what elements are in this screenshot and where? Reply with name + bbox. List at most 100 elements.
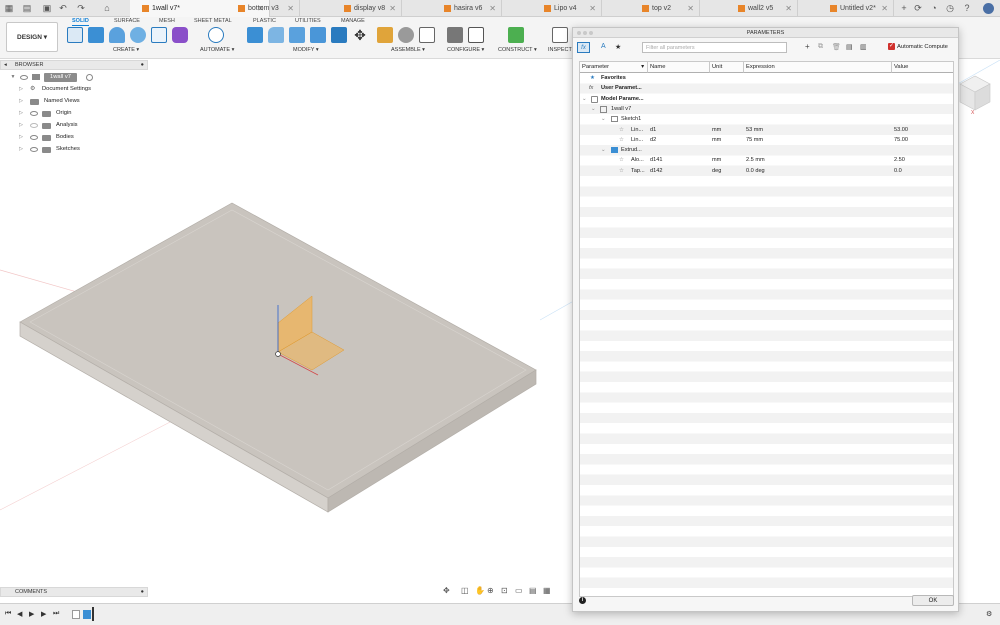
configure-menu[interactable]: CONFIGURE ▾ [447,47,484,53]
help-icon[interactable]: ? [962,3,972,13]
function-icon[interactable]: fx [577,42,590,53]
close-icon[interactable]: ✕ [687,0,694,17]
step-back-icon[interactable]: ◀ [17,610,22,618]
expand-icon[interactable]: ▼ [10,72,16,83]
doc-tab[interactable]: bottom v3 ✕ [226,0,300,17]
ok-button[interactable]: OK [912,595,954,606]
configure-icon[interactable] [447,27,463,43]
visibility-icon[interactable] [20,75,28,80]
comments-panel-header[interactable]: COMMENTS ● [0,587,148,597]
chevron-down-icon[interactable]: ⌄ [582,94,587,104]
display-settings-icon[interactable]: ▭ [515,586,523,595]
sort-icon[interactable]: ▾ [641,62,644,73]
workspace-switcher[interactable]: DESIGN ▾ [6,22,58,52]
activate-icon[interactable] [86,74,93,81]
chevron-down-icon[interactable]: ⌄ [601,114,606,124]
name-cell[interactable]: d142 [650,166,662,176]
step-forward-icon[interactable]: ▶ [41,610,46,618]
add-icon[interactable]: + [805,42,810,51]
pin-icon[interactable]: ● [141,588,144,597]
tab-utilities[interactable]: UTILITIES [295,17,321,25]
import-icon[interactable]: ▤ [846,43,853,51]
shell-icon[interactable] [310,27,326,43]
new-component-icon[interactable] [377,27,393,43]
tab-sheet-metal[interactable]: SHEET METAL [194,17,232,25]
timeline-extrude-icon[interactable] [83,610,91,619]
text-parameter-icon[interactable]: A [601,43,606,50]
play-icon[interactable]: ▶ [29,610,34,618]
undo-icon[interactable]: ↶ [58,3,68,13]
info-icon[interactable]: i [579,597,586,604]
checkbox-checked-icon[interactable]: ✓ [888,43,895,50]
create-sketch-icon[interactable] [67,27,83,43]
column-header-name[interactable]: Name [648,62,710,73]
close-icon[interactable]: ✕ [785,0,792,17]
name-cell[interactable]: d141 [650,155,662,165]
chevron-down-icon[interactable]: ⌄ [601,145,606,155]
joint-icon[interactable] [398,27,414,43]
chamfer-icon[interactable] [289,27,305,43]
doc-tab[interactable]: hasira v6 ✕ [432,0,502,17]
expression-cell[interactable]: 0.0 deg [746,166,765,176]
tab-plastic[interactable]: PLASTIC [253,17,276,25]
expand-icon[interactable]: ▷ [18,84,24,95]
filter-input[interactable]: Filter all parameters [642,42,787,53]
pan-icon[interactable]: ✋ [475,586,485,595]
as-built-joint-icon[interactable] [419,27,435,43]
collapse-icon[interactable]: ◂ [4,61,7,70]
expand-icon[interactable]: ▷ [18,120,24,131]
browser-item[interactable]: ▷ Sketches [18,144,148,155]
combine-icon[interactable] [331,27,347,43]
expand-icon[interactable]: ▷ [18,144,24,155]
column-header-unit[interactable]: Unit [710,62,744,73]
go-to-start-icon[interactable]: ⏮ [5,610,11,618]
expression-cell[interactable]: 53 mm [746,125,763,135]
table-row[interactable]: ☆ Lin... d1 mm 53 mm 53.00 [580,125,953,135]
star-icon[interactable]: ★ [615,43,621,51]
close-window-icon[interactable] [577,31,581,35]
tree-row-model-parameters[interactable]: ⌄ Model Parame... [580,94,953,104]
visibility-icon[interactable] [30,135,38,140]
column-header-value[interactable]: Value [892,62,953,73]
timeline-marker[interactable] [92,607,94,621]
inspect-menu[interactable]: INSPECT [548,47,572,53]
browser-root[interactable]: ▼ 1wall v7 [8,72,148,83]
browser-item[interactable]: ▷ Bodies [18,132,148,143]
close-icon[interactable]: ✕ [389,0,396,17]
file-icon[interactable]: ▤ [22,3,32,13]
expression-cell[interactable]: 75 mm [746,135,763,145]
tab-manage[interactable]: MANAGE [341,17,365,25]
expand-icon[interactable]: ▷ [18,96,24,107]
hole-icon[interactable] [130,27,146,43]
browser-item[interactable]: ▷ Analysis [18,120,148,131]
tree-row-component[interactable]: ⌄ 1wall v7 [580,104,953,114]
tree-row-extrude[interactable]: ⌄ Extrud... [580,145,953,155]
favorite-star-icon[interactable]: ☆ [619,155,624,165]
doc-tab[interactable]: top v2 ✕ [630,0,700,17]
name-cell[interactable]: d2 [650,135,656,145]
app-grid-icon[interactable]: ▦ [4,3,14,13]
column-header-expression[interactable]: Expression [744,62,892,73]
redo-icon[interactable]: ↷ [76,3,86,13]
browser-item[interactable]: ▷ ⚙ Document Settings [18,84,148,95]
sync-icon[interactable]: ⟳ [913,3,923,13]
move-icon[interactable]: ✥ [352,27,368,43]
tree-row-user-parameters[interactable]: fx User Paramet... [580,83,953,93]
favorite-star-icon[interactable]: ☆ [619,135,624,145]
new-tab-icon[interactable]: + [899,3,909,13]
zoom-icon[interactable]: ⊕ [487,586,494,595]
form-icon[interactable] [172,27,188,43]
close-icon[interactable]: ✕ [881,0,888,17]
timeline-sketch-icon[interactable] [72,610,80,619]
home-icon[interactable]: ⌂ [102,3,112,13]
look-at-icon[interactable]: ◫ [461,586,469,595]
extrude-icon[interactable] [88,27,104,43]
tab-surface[interactable]: SURFACE [114,17,140,25]
delete-icon[interactable]: 🗑 [832,43,841,51]
go-to-end-icon[interactable]: ⏭ [53,610,59,618]
fit-icon[interactable]: ⊡ [501,586,508,595]
browser-panel-header[interactable]: ◂ BROWSER ● [0,60,148,70]
avatar[interactable] [983,3,994,14]
favorite-star-icon[interactable]: ☆ [619,125,624,135]
automate-menu[interactable]: AUTOMATE ▾ [200,47,234,53]
